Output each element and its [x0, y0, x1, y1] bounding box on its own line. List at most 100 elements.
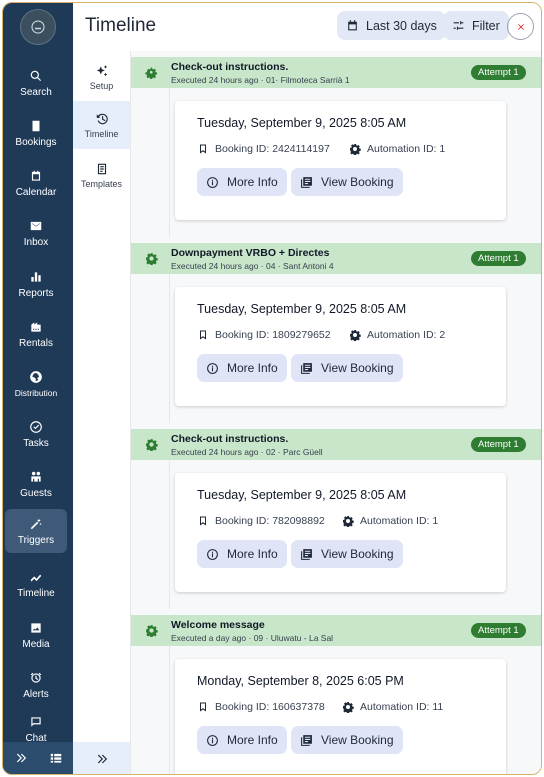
nav-timeline[interactable]: Timeline [5, 562, 67, 606]
event-header[interactable]: Check-out instructions. Executed 24 hour… [131, 429, 541, 460]
event-card: Tuesday, September 9, 2025 8:05 AM Booki… [175, 473, 506, 592]
automation-id: Automation ID: 1 [342, 515, 438, 527]
page-header: Timeline Last 30 days Filter [73, 3, 541, 51]
gear-icon [146, 253, 158, 265]
event-date: Tuesday, September 9, 2025 8:05 AM [197, 488, 407, 502]
nav-media[interactable]: Media [5, 613, 67, 657]
gear-icon [145, 67, 158, 79]
booking-id: Booking ID: 160637378 [197, 701, 325, 713]
booking-id: Booking ID: 1809279652 [197, 329, 331, 341]
timeline-connector [169, 460, 170, 609]
alarm-icon [30, 672, 42, 683]
building-icon [31, 321, 41, 332]
nav-distribution[interactable]: Distribution [5, 362, 67, 406]
nav-label: Alerts [23, 688, 49, 700]
nav-label: Distribution [14, 388, 58, 398]
info-icon [207, 734, 218, 746]
automation-id: Automation ID: 11 [342, 701, 443, 713]
event-subtitle: Executed 24 hours ago · 04 · Sant Antoni… [171, 261, 334, 271]
subnav-label: Timeline [84, 128, 119, 139]
nav-search[interactable]: Search [5, 61, 67, 105]
nav-label: Reports [18, 287, 54, 299]
nav-triggers[interactable]: Triggers [5, 509, 67, 553]
nav-chat[interactable]: Chat [5, 713, 67, 745]
more-info-label: More Info [227, 547, 278, 561]
info-icon [207, 548, 218, 560]
timeline-connector [169, 88, 170, 237]
close-button[interactable] [507, 13, 534, 40]
view-booking-label: View Booking [321, 175, 394, 189]
gear-icon [146, 439, 158, 451]
subnav-templates[interactable]: Templates [73, 151, 130, 199]
automation-id-text: Automation ID: 1 [360, 515, 439, 527]
view-booking-button[interactable]: View Booking [291, 168, 403, 196]
bookmark-icon [200, 702, 206, 712]
company-logo[interactable] [20, 9, 56, 45]
more-info-button[interactable]: More Info [197, 726, 287, 754]
image-icon [31, 622, 41, 633]
calendar-icon [348, 20, 357, 31]
view-booking-label: View Booking [321, 733, 394, 747]
event-subtitle: Executed a day ago · 09 · Uluwatu - La S… [171, 633, 334, 643]
view-booking-button[interactable]: View Booking [291, 540, 403, 568]
timeline-event: Check-out instructions. Executed 24 hour… [131, 51, 541, 237]
more-info-button[interactable]: More Info [197, 168, 287, 196]
sidebar-footer [3, 742, 73, 774]
gear-icon [343, 702, 354, 713]
timeline-event: Check-out instructions. Executed 24 hour… [131, 423, 541, 609]
filter-button[interactable]: Filter [443, 11, 509, 40]
document-icon [97, 163, 106, 174]
booking-id: Booking ID: 782098892 [197, 515, 325, 527]
inbox-icon [30, 221, 42, 230]
event-header[interactable]: Welcome message Executed a day ago · 09 … [131, 615, 541, 646]
nav-alerts[interactable]: Alerts [5, 663, 67, 707]
check-circle-icon [30, 420, 42, 433]
subnav-collapse-button[interactable] [73, 742, 130, 774]
nav-label: Bookings [15, 136, 57, 148]
more-info-button[interactable]: More Info [197, 354, 287, 382]
trend-line-icon [30, 574, 42, 582]
more-info-button[interactable]: More Info [197, 540, 287, 568]
list-view-icon[interactable] [49, 751, 63, 765]
event-card: Tuesday, September 9, 2025 8:05 AM Booki… [175, 287, 506, 406]
event-card: Monday, September 8, 2025 6:05 PM Bookin… [175, 659, 506, 774]
nav-guests[interactable]: Guests [5, 462, 67, 506]
gear-icon [146, 625, 158, 637]
event-header[interactable]: Downpayment VRBO + Directes Executed 24 … [131, 243, 541, 274]
automation-id-text: Automation ID: 2 [367, 329, 446, 341]
timeline-subnav: Setup Timeline Templates [73, 51, 131, 774]
nav-bookings[interactable]: Bookings [5, 111, 67, 155]
nav-inbox[interactable]: Inbox [5, 211, 67, 255]
date-range-button[interactable]: Last 30 days [337, 11, 446, 40]
view-booking-button[interactable]: View Booking [291, 726, 403, 754]
nav-rentals[interactable]: Rentals [5, 312, 67, 356]
sliders-icon [453, 21, 464, 30]
nav-calendar[interactable]: Calendar [5, 161, 67, 205]
nav-label: Guests [20, 487, 52, 499]
gear-icon [343, 516, 354, 527]
booking-id-text: Booking ID: 782098892 [215, 515, 325, 527]
nav-tasks[interactable]: Tasks [5, 412, 67, 456]
more-info-label: More Info [227, 175, 278, 189]
automation-id-text: Automation ID: 1 [367, 143, 446, 155]
bookmark-icon [200, 330, 206, 340]
library-books-icon [301, 734, 312, 746]
info-icon [207, 362, 218, 374]
subnav-setup[interactable]: Setup [73, 53, 130, 101]
event-date: Monday, September 8, 2025 6:05 PM [197, 674, 404, 688]
event-date: Tuesday, September 9, 2025 8:05 AM [197, 116, 407, 130]
close-icon [517, 23, 524, 30]
nav-label: Timeline [17, 587, 55, 599]
subnav-timeline[interactable]: Timeline [73, 101, 130, 149]
nav-label: Inbox [23, 236, 49, 248]
view-booking-label: View Booking [321, 361, 394, 375]
nav-reports[interactable]: Reports [5, 262, 67, 306]
library-books-icon [301, 548, 312, 560]
event-title: Downpayment VRBO + Directes [171, 247, 330, 259]
info-icon [207, 176, 218, 188]
view-booking-button[interactable]: View Booking [291, 354, 403, 382]
subnav-label: Setup [89, 80, 114, 91]
timeline-connector [169, 646, 170, 774]
double-chevron-right-icon[interactable] [14, 751, 28, 765]
event-header[interactable]: Check-out instructions. Executed 24 hour… [131, 57, 541, 88]
